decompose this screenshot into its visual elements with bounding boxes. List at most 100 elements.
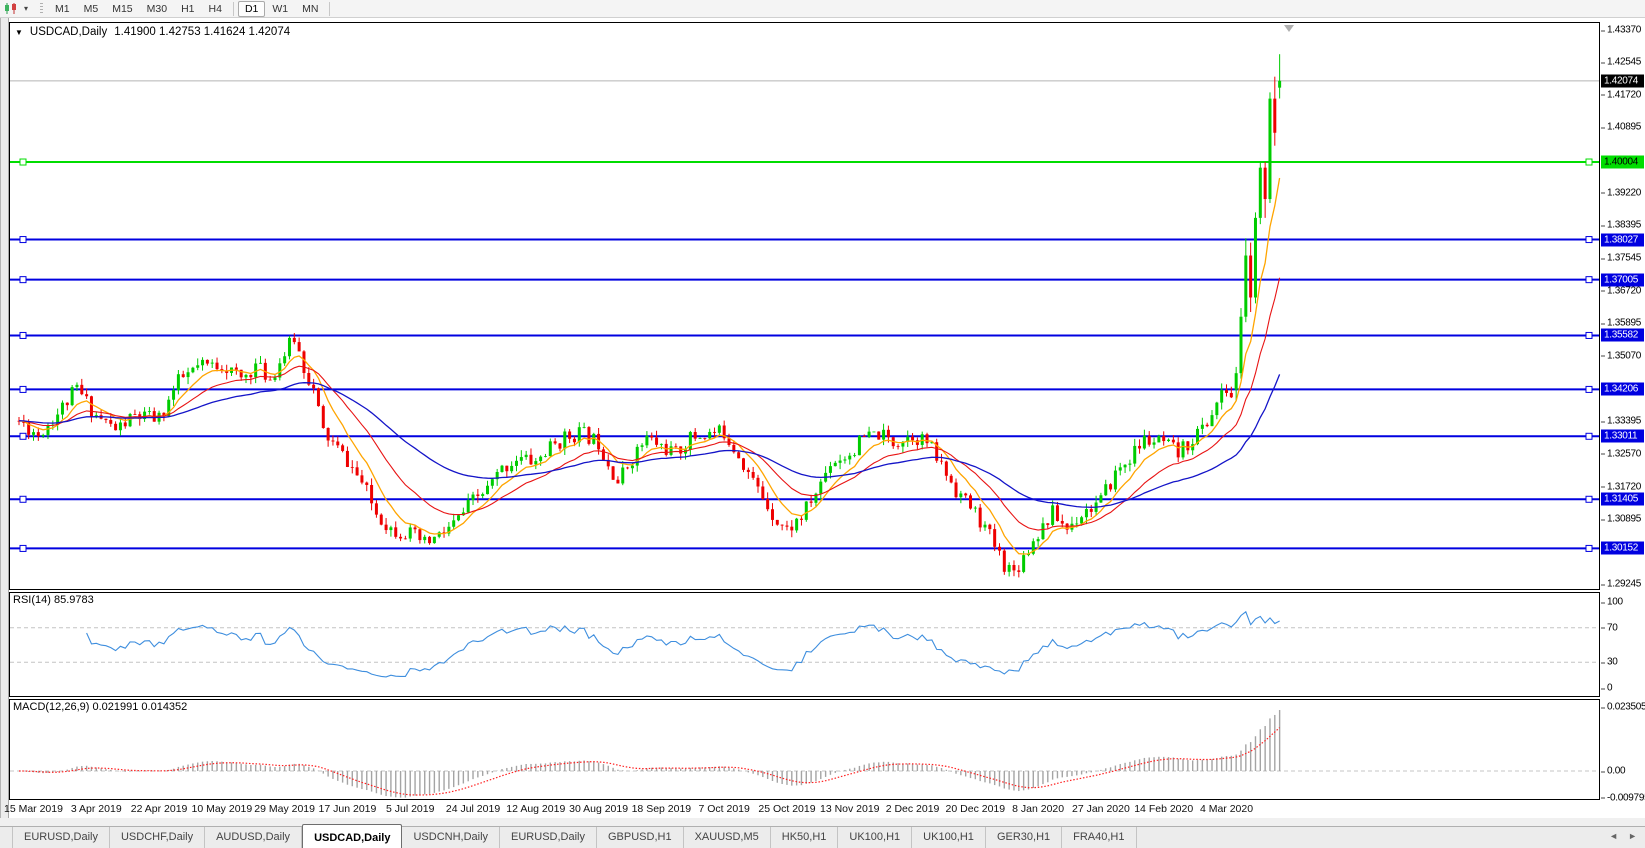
tab-scroll-left-icon[interactable]: ◄ [1609, 831, 1618, 841]
date-axis[interactable]: 15 Mar 20193 Apr 201922 Apr 201910 May 2… [9, 800, 1600, 816]
timeframe-group-2: D1W1MN [238, 1, 326, 17]
price-tick: 1.32570 [1607, 448, 1641, 459]
price-tick: 1.36720 [1607, 285, 1641, 296]
date-label: 12 Aug 2019 [506, 803, 565, 815]
date-label: 5 Jul 2019 [386, 803, 434, 815]
collapse-icon[interactable]: ▼ [15, 28, 23, 37]
date-label: 3 Apr 2019 [71, 803, 122, 815]
price-tick: 1.38395 [1607, 220, 1641, 231]
date-label: 14 Feb 2020 [1134, 803, 1193, 815]
rsi-tick: 70 [1607, 622, 1618, 633]
rsi-pane [10, 593, 1600, 697]
chart-tab-eurusd-daily[interactable]: EURUSD,Daily [500, 827, 597, 848]
macd-tick: -0.009795 [1607, 792, 1645, 803]
date-label: 15 Mar 2019 [4, 803, 63, 815]
date-label: 10 May 2019 [192, 803, 253, 815]
date-label: 20 Dec 2019 [946, 803, 1006, 815]
date-label: 4 Mar 2020 [1200, 803, 1253, 815]
price-level-tag[interactable]: 1.34206 [1601, 383, 1644, 396]
date-label: 7 Oct 2019 [698, 803, 749, 815]
macd-tick: 0.00 [1607, 766, 1625, 777]
price-tick: 1.42545 [1607, 57, 1641, 68]
chart-type-dropdown-icon[interactable]: ▾ [20, 4, 32, 13]
toolbar-separator-2 [329, 2, 330, 16]
rsi-tick: 0 [1607, 683, 1612, 694]
date-label: 18 Sep 2019 [632, 803, 692, 815]
chart-window: ▼ USDCAD,Daily 1.41900 1.42753 1.41624 1… [0, 18, 1645, 818]
tab-scroll-buttons: ◄ ► [1609, 831, 1637, 841]
chart-tab-xauusd-m5[interactable]: XAUUSD,M5 [684, 827, 771, 848]
macd-indicator-label: MACD(12,26,9) 0.021991 0.014352 [13, 701, 187, 713]
chart-tab-gbpusd-h1[interactable]: GBPUSD,H1 [597, 827, 684, 848]
price-chart-svg[interactable] [9, 22, 1600, 800]
timeframe-h4[interactable]: H4 [202, 1, 229, 17]
chart-tab-usdcnh-daily[interactable]: USDCNH,Daily [402, 827, 500, 848]
date-label: 27 Jan 2020 [1072, 803, 1130, 815]
chart-tab-fra40-h1[interactable]: FRA40,H1 [1062, 827, 1136, 848]
price-tick: 1.39220 [1607, 187, 1641, 198]
chart-tab-uk100-h1[interactable]: UK100,H1 [912, 827, 986, 848]
price-level-tag[interactable]: 1.40004 [1601, 156, 1644, 169]
date-label: 22 Apr 2019 [131, 803, 188, 815]
price-level-tag[interactable]: 1.35582 [1601, 329, 1644, 342]
timeframe-m1[interactable]: M1 [48, 1, 77, 17]
timeframe-m5[interactable]: M5 [77, 1, 106, 17]
timeframes-toolbar: ▾ M1M5M15M30H1H4 D1W1MN [0, 0, 1645, 18]
timeframe-w1[interactable]: W1 [265, 1, 295, 17]
macd-tick: 0.023505 [1607, 702, 1645, 713]
chart-tab-hk50-h1[interactable]: HK50,H1 [771, 827, 839, 848]
chart-tab-bar: EURUSD,DailyUSDCHF,DailyAUDUSD,DailyUSDC… [0, 826, 1645, 848]
chart-tab-eurusd-daily[interactable]: EURUSD,Daily [12, 827, 110, 848]
price-level-tag[interactable]: 1.33011 [1601, 430, 1644, 443]
chart-tab-usdcad-daily[interactable]: USDCAD,Daily [302, 824, 402, 848]
current-price-tag: 1.42074 [1601, 74, 1644, 87]
date-label: 17 Jun 2019 [319, 803, 377, 815]
price-tick: 1.33395 [1607, 416, 1641, 427]
main-pane [10, 23, 1600, 590]
price-axis[interactable]: 1.43370 1.42545 1.41720 1.40895 1.39220 1.383… [1600, 22, 1645, 800]
timeframe-m30[interactable]: M30 [140, 1, 174, 17]
chart-type-icon[interactable] [3, 2, 19, 16]
timeframe-mn[interactable]: MN [295, 1, 325, 17]
price-tick: 1.29245 [1607, 579, 1641, 590]
timeframe-group: M1M5M15M30H1H4 [48, 1, 229, 17]
price-tick: 1.35070 [1607, 350, 1641, 361]
price-tick: 1.37545 [1607, 253, 1641, 264]
timeframe-m15[interactable]: M15 [105, 1, 139, 17]
price-level-tag[interactable]: 1.37005 [1601, 273, 1644, 286]
rsi-tick: 100 [1607, 597, 1623, 608]
macd-pane [10, 700, 1600, 800]
price-tick: 1.43370 [1607, 25, 1641, 36]
date-label: 8 Jan 2020 [1012, 803, 1064, 815]
chart-tab-uk100-h1[interactable]: UK100,H1 [838, 827, 912, 848]
rsi-tick: 30 [1607, 657, 1618, 668]
mt4-terminal: ▾ M1M5M15M30H1H4 D1W1MN ▼ USDCAD,Daily 1… [0, 0, 1645, 848]
tab-scroll-right-icon[interactable]: ► [1628, 831, 1637, 841]
date-label: 13 Nov 2019 [820, 803, 880, 815]
date-label: 2 Dec 2019 [886, 803, 940, 815]
toolbar-grip[interactable] [40, 3, 43, 15]
price-tick: 1.41720 [1607, 89, 1641, 100]
date-label: 29 May 2019 [254, 803, 315, 815]
price-tick: 1.35895 [1607, 318, 1641, 329]
chart-tab-audusd-daily[interactable]: AUDUSD,Daily [205, 827, 302, 848]
window-left-edge [1, 18, 9, 818]
timeframe-h1[interactable]: H1 [174, 1, 201, 17]
toolbar-separator [233, 2, 234, 16]
price-level-tag[interactable]: 1.30152 [1601, 542, 1644, 555]
price-tick: 1.31720 [1607, 481, 1641, 492]
price-level-tag[interactable]: 1.38027 [1601, 233, 1644, 246]
timeframe-d1[interactable]: D1 [238, 1, 265, 17]
chart-tab-ger30-h1[interactable]: GER30,H1 [986, 827, 1062, 848]
price-level-tag[interactable]: 1.31405 [1601, 493, 1644, 506]
chart-title: ▼ USDCAD,Daily 1.41900 1.42753 1.41624 1… [15, 26, 290, 38]
chart-tab-usdchf-daily[interactable]: USDCHF,Daily [110, 827, 205, 848]
chart-ohlc-values: 1.41900 1.42753 1.41624 1.42074 [114, 26, 290, 38]
chart-area[interactable] [9, 22, 1600, 800]
date-label: 24 Jul 2019 [446, 803, 500, 815]
chart-symbol-label: USDCAD,Daily [30, 26, 107, 38]
date-label: 25 Oct 2019 [758, 803, 815, 815]
rsi-indicator-label: RSI(14) 85.9783 [13, 594, 94, 606]
price-tick: 1.40895 [1607, 122, 1641, 133]
price-tick: 1.30895 [1607, 514, 1641, 525]
